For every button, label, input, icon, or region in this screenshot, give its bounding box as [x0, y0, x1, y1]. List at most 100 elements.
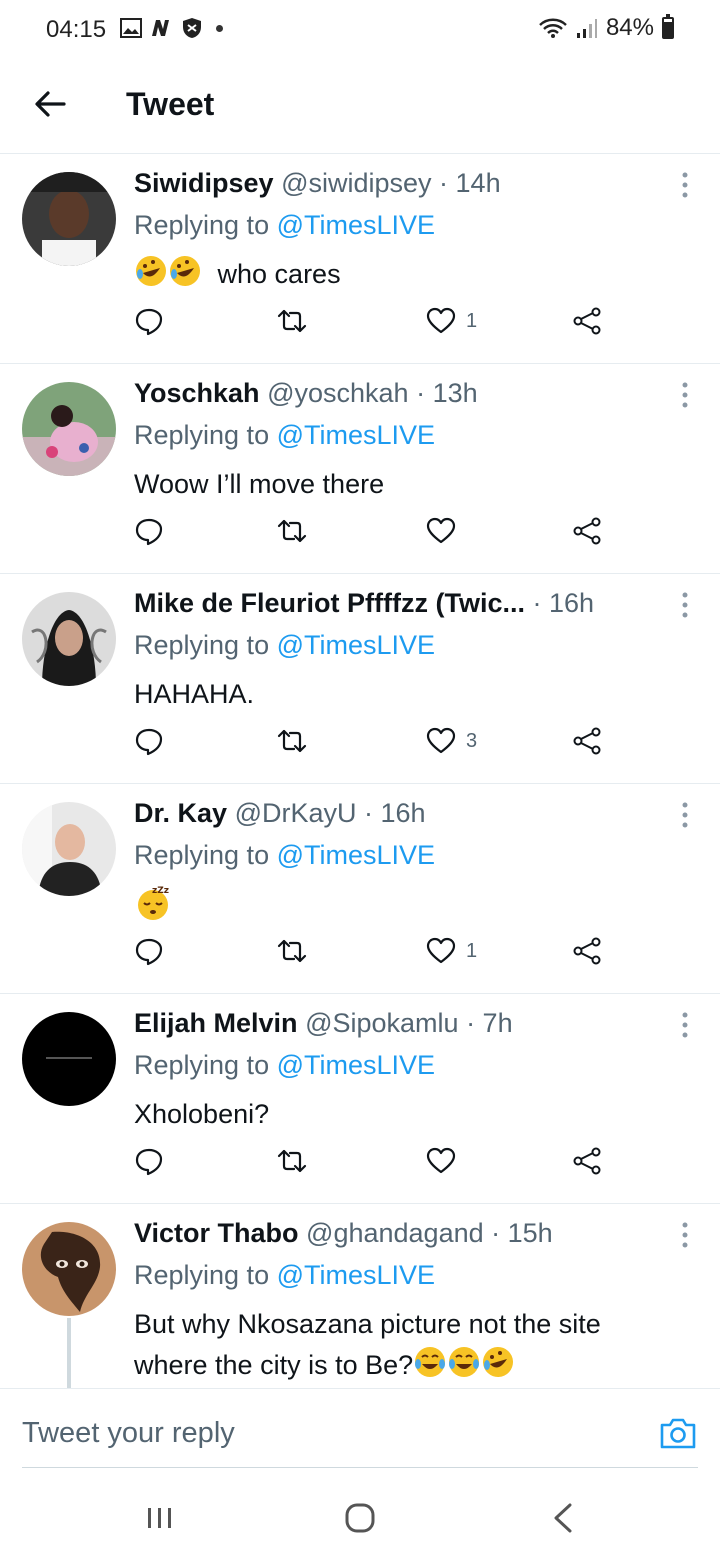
avatar[interactable]	[22, 1012, 116, 1106]
recent-apps-icon[interactable]	[140, 1498, 180, 1538]
home-icon[interactable]	[340, 1498, 380, 1538]
status-time: 04:15	[46, 16, 107, 43]
tweet-reply[interactable]: Elijah Melvin @Sipokamlu · 7h Replying t…	[0, 994, 720, 1204]
replying-to-label: Replying to	[134, 1050, 277, 1080]
camera-icon[interactable]	[658, 1413, 698, 1453]
mention-link[interactable]: @TimesLIVE	[277, 210, 435, 240]
page-title: Tweet	[126, 86, 215, 122]
avatar[interactable]	[22, 172, 116, 266]
user-handle[interactable]: @yoschkah	[267, 378, 408, 408]
share-icon	[573, 517, 601, 545]
tweet-reply[interactable]: Siwidipsey @siwidipsey · 14h Replying to…	[0, 154, 720, 364]
tweet-header: Dr. Kay @DrKayU · 16h	[134, 798, 660, 829]
tweet-time: · 15h	[491, 1218, 553, 1248]
like-button[interactable]: 1	[426, 934, 477, 968]
avatar[interactable]	[22, 802, 116, 896]
share-button[interactable]	[572, 304, 602, 338]
heart-icon	[426, 307, 456, 334]
more-options-icon[interactable]	[680, 800, 690, 830]
reply-button[interactable]	[134, 1144, 164, 1178]
replying-to-label: Replying to	[134, 420, 277, 450]
reply-button[interactable]	[134, 934, 164, 968]
tweet-text-content: But why Nkosazana picture not the site w…	[134, 1309, 601, 1380]
reply-icon	[135, 728, 163, 756]
mention-link[interactable]: @TimesLIVE	[277, 1260, 435, 1290]
reply-button[interactable]	[134, 514, 164, 548]
status-right: 84%	[538, 14, 674, 42]
share-button[interactable]	[572, 724, 602, 758]
share-button[interactable]	[572, 514, 602, 548]
share-icon	[573, 937, 601, 965]
more-options-icon[interactable]	[680, 1220, 690, 1250]
tweet-reply[interactable]: Dr. Kay @DrKayU · 16h Replying to @Times…	[0, 784, 720, 994]
avatar[interactable]	[22, 1222, 116, 1316]
tweet-reply[interactable]: Victor Thabo @ghandagand · 15h Replying …	[0, 1204, 720, 1388]
back-nav-icon[interactable]	[544, 1498, 584, 1538]
replying-to-label: Replying to	[134, 840, 277, 870]
like-count: 1	[466, 309, 478, 332]
retweet-button[interactable]	[276, 304, 308, 338]
share-button[interactable]	[572, 934, 602, 968]
replying-to: Replying to @TimesLIVE	[134, 840, 435, 871]
sleeping-face-emoji-icon: zZz	[138, 886, 169, 920]
tweet-header: Victor Thabo @ghandagand · 15h	[134, 1218, 660, 1249]
user-handle[interactable]: @DrKayU	[235, 798, 357, 828]
retweet-button[interactable]	[276, 724, 308, 758]
tweet-reply[interactable]: Mike de Fleuriot Pffffzz (Twic... · 16h …	[0, 574, 720, 784]
share-button[interactable]	[572, 1144, 602, 1178]
notification-dot	[216, 24, 223, 32]
avatar[interactable]	[22, 382, 116, 476]
mention-link[interactable]: @TimesLIVE	[277, 1050, 435, 1080]
user-handle[interactable]: @ghandagand	[306, 1218, 484, 1248]
tweet-text: Woow I’ll move there	[134, 469, 385, 499]
heart-icon	[426, 517, 456, 544]
display-name[interactable]: Victor Thabo	[134, 1218, 299, 1248]
tweet-text: But why Nkosazana picture not the site w…	[134, 1304, 680, 1386]
reply-button[interactable]	[134, 304, 164, 338]
more-options-icon[interactable]	[680, 170, 690, 200]
tweet-text: zZz	[134, 884, 680, 929]
heart-icon	[426, 727, 456, 754]
display-name[interactable]: Mike de Fleuriot Pffffzz (Twic...	[134, 588, 525, 618]
notification-icons	[120, 17, 223, 39]
tweet-actions: 1	[134, 934, 614, 968]
mention-link[interactable]: @TimesLIVE	[277, 420, 435, 450]
retweet-button[interactable]	[276, 934, 308, 968]
retweet-icon	[277, 729, 307, 753]
retweet-icon	[277, 309, 307, 333]
like-button[interactable]: 3	[426, 724, 477, 758]
share-icon	[573, 307, 601, 335]
reply-icon	[135, 1148, 163, 1176]
replying-to-label: Replying to	[134, 210, 277, 240]
rofl-emoji-icon	[136, 256, 166, 286]
mention-link[interactable]: @TimesLIVE	[277, 840, 435, 870]
tweet-time: · 16h	[532, 588, 595, 618]
more-options-icon[interactable]	[680, 590, 690, 620]
back-arrow-icon[interactable]	[32, 86, 68, 122]
display-name[interactable]: Yoschkah	[134, 378, 260, 408]
like-button[interactable]	[426, 1144, 466, 1178]
tweet-text: who cares	[134, 254, 680, 295]
mention-link[interactable]: @TimesLIVE	[277, 630, 435, 660]
reply-input-underline	[22, 1467, 698, 1468]
display-name[interactable]: Dr. Kay	[134, 798, 227, 828]
user-handle[interactable]: @Sipokamlu	[305, 1008, 458, 1038]
like-button[interactable]	[426, 514, 466, 548]
retweet-button[interactable]	[276, 514, 308, 548]
reply-button[interactable]	[134, 724, 164, 758]
more-options-icon[interactable]	[680, 1010, 690, 1040]
like-button[interactable]: 1	[426, 304, 477, 338]
more-options-icon[interactable]	[680, 380, 690, 410]
avatar[interactable]	[22, 592, 116, 686]
retweet-button[interactable]	[276, 1144, 308, 1178]
display-name[interactable]: Elijah Melvin	[134, 1008, 298, 1038]
tweet-reply[interactable]: Yoschkah @yoschkah · 13h Replying to @Ti…	[0, 364, 720, 574]
tweet-actions: 3	[134, 724, 614, 758]
display-name[interactable]: Siwidipsey	[134, 168, 274, 198]
user-handle[interactable]: @siwidipsey	[281, 168, 431, 198]
like-count: 1	[466, 939, 478, 962]
retweet-icon	[277, 519, 307, 543]
reply-input[interactable]: Tweet your reply	[22, 1417, 235, 1450]
gallery-icon	[120, 18, 142, 38]
tweet-header: Mike de Fleuriot Pffffzz (Twic... · 16h	[134, 588, 660, 619]
